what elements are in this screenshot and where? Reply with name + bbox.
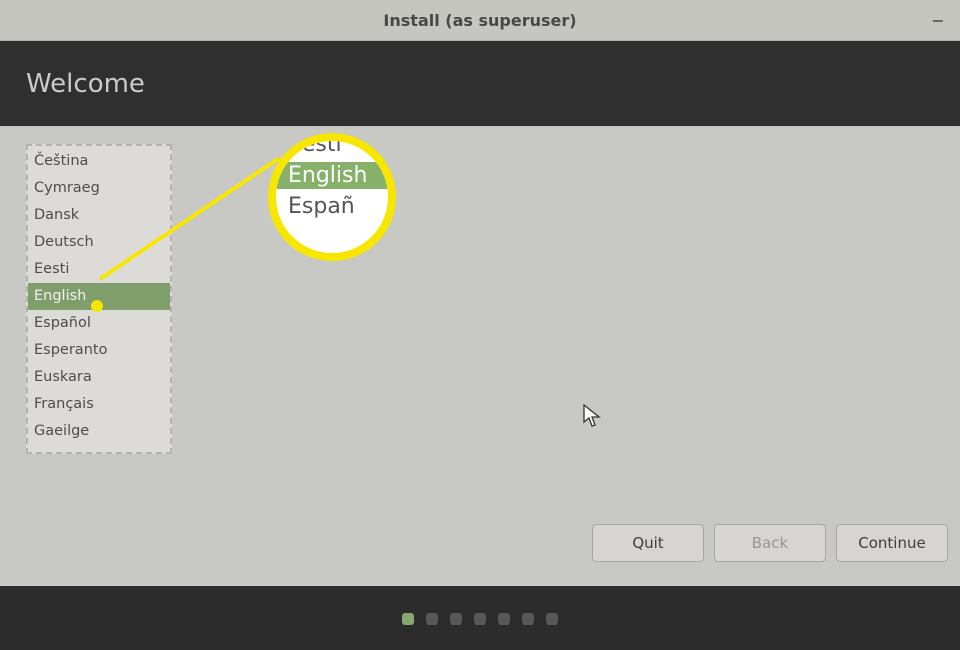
language-item[interactable]: Français [28,391,170,418]
mouse-cursor-icon [582,404,602,428]
language-item[interactable]: Euskara [28,364,170,391]
language-item[interactable]: Esperanto [28,337,170,364]
annotation-magnifier: Eesti English Españ [268,133,396,261]
step-dot[interactable] [426,613,438,625]
minimize-button[interactable]: − [926,8,950,32]
language-item[interactable]: Dansk [28,202,170,229]
continue-button[interactable]: Continue [836,524,948,562]
step-dot[interactable] [546,613,558,625]
minus-icon: − [931,11,944,30]
annotation-row-selected: English [276,162,388,189]
step-indicator [0,586,960,650]
language-item[interactable]: Cymraeg [28,175,170,202]
step-dot[interactable] [402,613,414,625]
back-button: Back [714,524,826,562]
language-item[interactable]: Español [28,310,170,337]
page-title: Welcome [26,69,145,99]
main-pane: ČeštinaCymraegDanskDeutschEestiEnglishEs… [0,126,960,586]
step-dot[interactable] [450,613,462,625]
annotation-row: Eesti [276,133,388,158]
step-dot[interactable] [498,613,510,625]
language-item[interactable]: Gaeilge [28,418,170,445]
titlebar: Install (as superuser) − [0,0,960,41]
language-item[interactable]: Čeština [28,148,170,175]
step-dot[interactable] [474,613,486,625]
window-title: Install (as superuser) [383,11,576,30]
installer-window: Install (as superuser) − Welcome Čeština… [0,0,960,650]
annotation-anchor-dot [91,300,103,312]
annotation-row: Españ [276,193,388,220]
language-list[interactable]: ČeštinaCymraegDanskDeutschEestiEnglishEs… [26,144,172,454]
button-row: Quit Back Continue [592,524,948,562]
quit-button[interactable]: Quit [592,524,704,562]
header-strip: Welcome [0,41,960,126]
step-dot[interactable] [522,613,534,625]
